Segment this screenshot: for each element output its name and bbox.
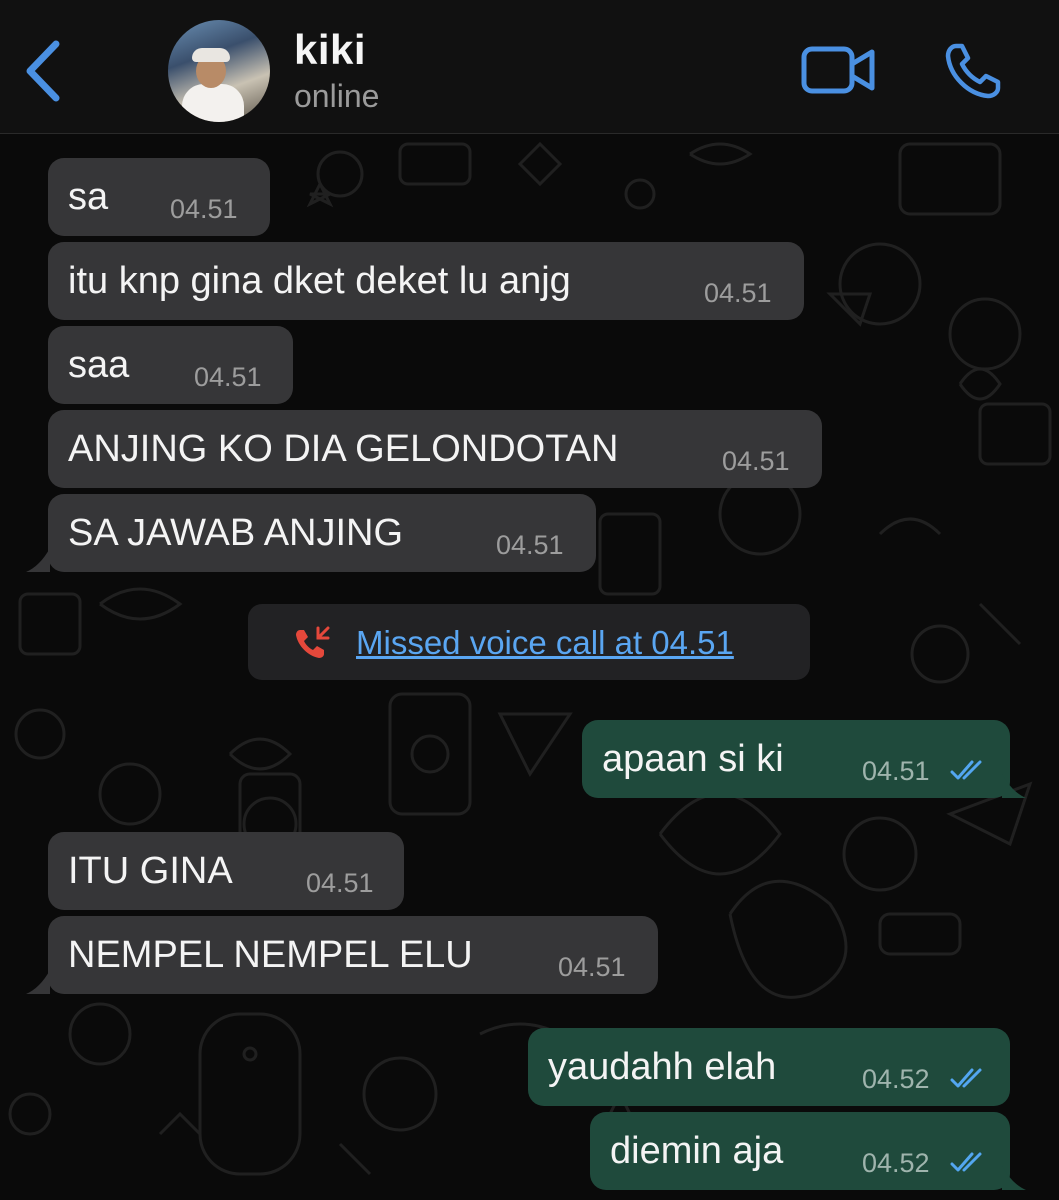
message-time: 04.51 xyxy=(704,278,772,308)
avatar[interactable] xyxy=(168,20,270,122)
message-text: saa xyxy=(68,344,130,386)
message-time: 04.51 xyxy=(496,530,564,560)
bubble-tail xyxy=(1002,1166,1026,1190)
message-incoming[interactable]: ANJING KO DIA GELONDOTAN 04.51 xyxy=(48,410,822,488)
chevron-left-icon xyxy=(26,40,60,102)
double-check-icon xyxy=(950,1068,982,1088)
message-time: 04.51 xyxy=(722,446,790,476)
bubble-tail xyxy=(26,548,50,572)
video-camera-icon xyxy=(801,46,875,94)
back-button[interactable] xyxy=(18,36,72,106)
message-text: yaudahh elah xyxy=(548,1046,777,1088)
message-outgoing[interactable]: yaudahh elah 04.52 xyxy=(528,1028,1010,1106)
message-text: itu knp gina dket deket lu anjg xyxy=(68,260,571,302)
double-check-icon xyxy=(950,1152,982,1172)
message-text: sa xyxy=(68,176,109,218)
missed-call-event[interactable]: Missed voice call at 04.51 xyxy=(248,604,810,680)
message-text: NEMPEL NEMPEL ELU xyxy=(68,934,473,976)
double-check-icon xyxy=(950,760,982,780)
message-incoming[interactable]: SA JAWAB ANJING 04.51 xyxy=(26,494,596,572)
chat-area[interactable]: sa 04.51 itu knp gina dket deket lu anjg… xyxy=(0,134,1059,1200)
message-incoming[interactable]: itu knp gina dket deket lu anjg 04.51 xyxy=(48,242,804,320)
contact-status: online xyxy=(294,78,380,114)
contact-name[interactable]: kiki xyxy=(294,26,366,74)
message-time: 04.51 xyxy=(306,868,374,898)
video-call-button[interactable] xyxy=(800,44,878,96)
message-outgoing[interactable]: apaan si ki 04.51 xyxy=(582,720,1026,798)
message-incoming[interactable]: sa 04.51 xyxy=(48,158,270,236)
message-incoming[interactable]: NEMPEL NEMPEL ELU 04.51 xyxy=(26,916,658,994)
message-time: 04.52 xyxy=(862,1064,930,1094)
chat-header: kiki online xyxy=(0,0,1059,134)
message-text: diemin aja xyxy=(610,1130,784,1172)
message-time: 04.51 xyxy=(558,952,626,982)
message-text: apaan si ki xyxy=(602,738,784,780)
missed-call-link[interactable]: Missed voice call at 04.51 xyxy=(356,624,734,662)
message-text: SA JAWAB ANJING xyxy=(68,512,404,554)
bubble-tail xyxy=(1002,774,1026,798)
message-incoming[interactable]: saa 04.51 xyxy=(48,326,293,404)
message-outgoing[interactable]: diemin aja 04.52 xyxy=(590,1112,1026,1190)
phone-icon xyxy=(945,43,1001,99)
message-time: 04.51 xyxy=(170,194,238,224)
message-incoming[interactable]: ITU GINA 04.51 xyxy=(48,832,404,910)
message-text: ITU GINA xyxy=(68,850,233,892)
voice-call-button[interactable] xyxy=(942,40,1004,102)
message-time: 04.51 xyxy=(862,756,930,786)
missed-call-icon xyxy=(296,626,330,658)
message-time: 04.52 xyxy=(862,1148,930,1178)
message-time: 04.51 xyxy=(194,362,262,392)
message-text: ANJING KO DIA GELONDOTAN xyxy=(68,428,619,470)
bubble-tail xyxy=(26,970,50,994)
